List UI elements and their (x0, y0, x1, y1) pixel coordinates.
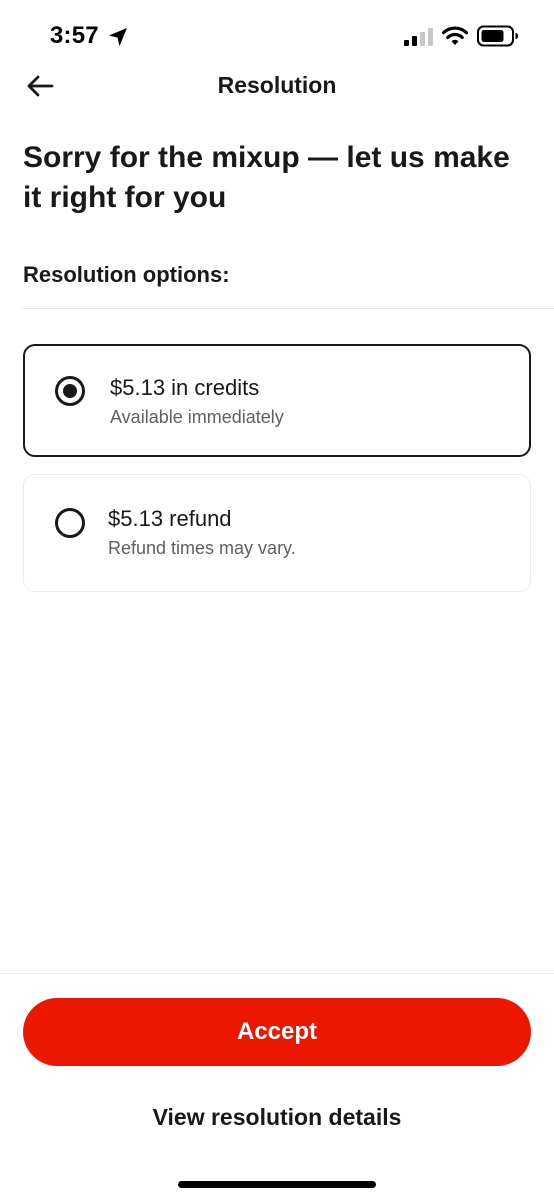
option-credits[interactable]: $5.13 in credits Available immediately (23, 344, 531, 457)
battery-icon (477, 25, 518, 47)
headline: Sorry for the mixup — let us make it rig… (23, 141, 510, 214)
cellular-signal-icon (404, 28, 433, 46)
page-title: Resolution (217, 72, 337, 98)
option-credits-title: $5.13 in credits (110, 375, 260, 400)
resolution-screen: 3:57 Resolution Sorry for the mixup — le… (0, 0, 554, 1200)
radio-unselected-icon[interactable] (55, 508, 85, 538)
home-indicator (178, 1181, 376, 1188)
view-resolution-details-link[interactable]: View resolution details (0, 1104, 554, 1131)
accept-button[interactable]: Accept (23, 998, 531, 1066)
header: Resolution (0, 62, 554, 110)
option-credits-subtitle: Available immediately (110, 407, 284, 427)
radio-selected-icon[interactable] (55, 376, 85, 406)
divider (23, 308, 554, 309)
option-refund-title: $5.13 refund (108, 506, 232, 531)
wifi-icon (441, 26, 469, 45)
bottom-divider (0, 973, 554, 974)
resolution-options-label: Resolution options: (23, 262, 230, 287)
status-time: 3:57 (50, 22, 99, 49)
option-refund-subtitle: Refund times may vary. (108, 538, 296, 558)
option-refund[interactable]: $5.13 refund Refund times may vary. (23, 474, 531, 592)
location-arrow-icon (109, 28, 127, 46)
